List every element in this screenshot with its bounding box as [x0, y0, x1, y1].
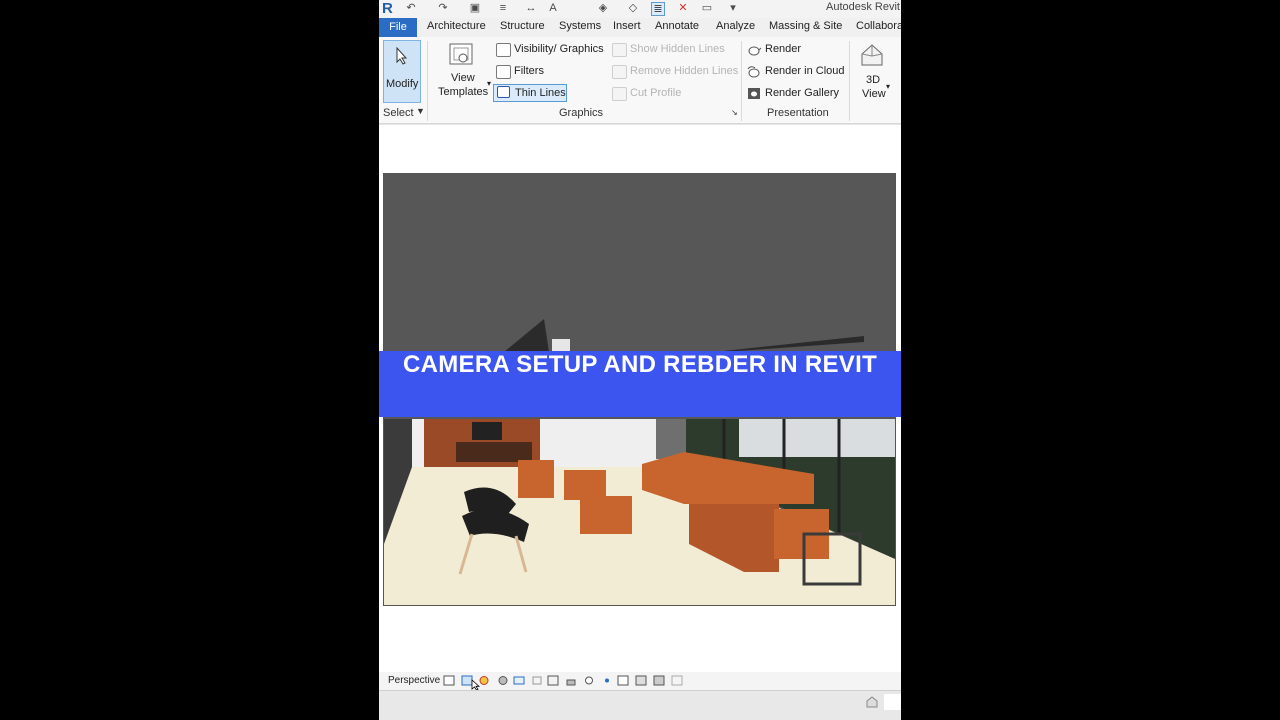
title-banner: CAMERA SETUP AND REBDER IN REVIT — [379, 351, 901, 417]
3d-view-dropdown-icon[interactable]: ▾ — [886, 82, 890, 91]
undo-icon[interactable]: ↶ — [405, 2, 417, 14]
reveal-hidden-icon[interactable] — [601, 675, 613, 686]
switch-windows-icon[interactable]: ▭ — [701, 2, 713, 14]
render-button[interactable]: Render — [765, 43, 801, 55]
revit-window: R ↶ ↷ ▣ ≡ ↔ A ◈ ◇ ≣ ✕ ▭ ▾ Autodesk Revit… — [379, 0, 901, 720]
thin-lines-button[interactable]: Thin Lines — [493, 84, 567, 102]
tab-insert[interactable]: Insert — [613, 20, 641, 32]
modify-button[interactable]: Modify — [383, 40, 421, 103]
tab-analyze[interactable]: Analyze — [716, 20, 755, 32]
close-hidden-icon[interactable]: ✕ — [677, 2, 689, 14]
view-templates-icon[interactable] — [447, 42, 477, 70]
select-dropdown-icon[interactable]: ▼ — [416, 106, 425, 116]
3d-view-quick-icon[interactable]: ◈ — [597, 2, 609, 14]
window-title: Autodesk Revit 2 — [826, 1, 901, 13]
show-hidden-lines-icon — [612, 43, 627, 57]
cut-profile-button[interactable]: Cut Profile — [630, 87, 681, 99]
tab-annotate[interactable]: Annotate — [655, 20, 699, 32]
render-gallery-button[interactable]: Render Gallery — [765, 87, 839, 99]
redo-icon[interactable]: ↷ — [437, 2, 449, 14]
ribbon: Modify Select ▼ View Templates ▾ Visibil… — [379, 37, 901, 124]
tab-architecture[interactable]: Architecture — [427, 20, 486, 32]
customize-qat-icon[interactable]: ▾ — [727, 2, 739, 14]
analytical-model-icon[interactable] — [653, 675, 665, 686]
ribbon-tabs: File Architecture Structure Systems Inse… — [379, 18, 901, 37]
visibility-graphics-icon — [496, 43, 511, 57]
presentation-panel-label: Presentation — [767, 107, 829, 119]
3d-view-label-line2[interactable]: View — [862, 88, 886, 100]
modify-label: Modify — [386, 78, 419, 90]
text-annotation-icon[interactable]: A — [547, 2, 559, 14]
remove-hidden-lines-button[interactable]: Remove Hidden Lines — [630, 65, 738, 77]
select-panel-label[interactable]: Select — [383, 107, 414, 119]
worksets-icon[interactable] — [865, 695, 879, 709]
show-hidden-lines-button[interactable]: Show Hidden Lines — [630, 43, 725, 55]
cut-profile-icon — [612, 87, 627, 101]
render-gallery-icon — [748, 88, 760, 99]
measure-icon[interactable]: ≡ — [497, 2, 509, 14]
view-control-bar: Perspective — [379, 672, 901, 691]
temporary-properties-icon[interactable] — [617, 675, 629, 686]
quick-access-toolbar: R ↶ ↷ ▣ ≡ ↔ A ◈ ◇ ≣ ✕ ▭ ▾ Autodesk Revit… — [379, 0, 901, 18]
thin-lines-quick-icon[interactable]: ≣ — [651, 2, 665, 16]
print-icon[interactable]: ▣ — [469, 2, 481, 14]
thin-lines-icon — [497, 86, 510, 98]
remove-hidden-lines-icon — [612, 65, 627, 79]
dimension-icon[interactable]: ↔ — [525, 2, 537, 14]
view-templates-dropdown-icon[interactable]: ▾ — [487, 79, 491, 88]
status-bar — [379, 690, 901, 720]
graphics-panel-label: Graphics — [559, 107, 604, 119]
tab-massing-site[interactable]: Massing & Site — [769, 20, 842, 32]
panel-separator — [849, 41, 850, 121]
tab-collaborate[interactable]: Collabora — [856, 20, 901, 32]
worksharing-display-icon[interactable] — [635, 675, 647, 686]
render-in-cloud-button[interactable]: Render in Cloud — [765, 65, 845, 77]
tab-systems[interactable]: Systems — [559, 20, 601, 32]
highlight-displacement-icon[interactable] — [671, 675, 683, 686]
unlock-3d-view-icon[interactable] — [565, 675, 577, 686]
render-cloud-icon — [747, 66, 760, 78]
visibility-graphics-button[interactable]: Visibility/ Graphics — [514, 43, 604, 55]
filters-icon — [496, 65, 511, 79]
revit-logo-icon[interactable]: R — [382, 0, 393, 17]
options-bar — [379, 124, 901, 146]
tab-file[interactable]: File — [379, 18, 417, 37]
shadows-icon[interactable] — [497, 675, 509, 686]
crop-view-icon[interactable] — [531, 675, 543, 686]
view-templates-label-line1[interactable]: View — [451, 72, 475, 84]
status-field — [884, 694, 901, 710]
rendering-dialog-icon[interactable] — [513, 675, 525, 686]
view-templates-label-line2[interactable]: Templates — [438, 86, 488, 98]
graphics-dialog-launcher-icon[interactable]: ↘ — [731, 108, 738, 117]
3d-view-label-line1[interactable]: 3D — [866, 74, 880, 86]
render-teapot-icon — [748, 46, 762, 56]
detail-level-icon[interactable] — [443, 675, 455, 686]
tab-structure[interactable]: Structure — [500, 20, 545, 32]
cursor-arrow-icon — [396, 47, 408, 65]
section-icon[interactable]: ◇ — [627, 2, 639, 14]
banner-title: CAMERA SETUP AND REBDER IN REVIT — [402, 351, 878, 378]
3d-view-house-icon[interactable] — [859, 42, 885, 68]
panel-separator — [741, 41, 742, 121]
thin-lines-label: Thin Lines — [515, 87, 566, 99]
view-mode-label: Perspective — [388, 675, 441, 686]
show-crop-region-icon[interactable] — [547, 675, 559, 686]
filters-button[interactable]: Filters — [514, 65, 544, 77]
temporary-hide-icon[interactable] — [583, 675, 595, 686]
panel-separator — [427, 41, 428, 121]
